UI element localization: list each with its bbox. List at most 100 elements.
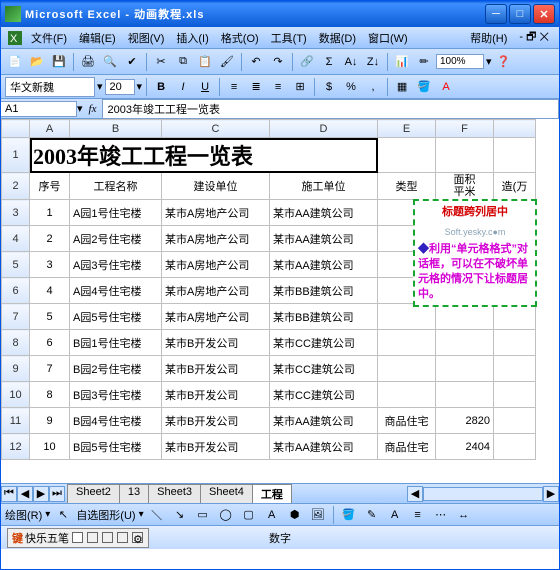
- cell[interactable]: 某市BB建筑公司: [270, 304, 378, 330]
- cut-icon[interactable]: ✂: [151, 52, 171, 72]
- cell[interactable]: 10: [30, 434, 70, 460]
- cell[interactable]: 6: [30, 330, 70, 356]
- oval-icon[interactable]: ◯: [216, 505, 236, 525]
- spell-icon[interactable]: ✔: [122, 52, 142, 72]
- cell[interactable]: [378, 356, 436, 382]
- clipart-icon[interactable]: 🖼: [308, 505, 328, 525]
- hscroll-track[interactable]: [423, 487, 543, 501]
- cell[interactable]: 某市AA建筑公司: [270, 408, 378, 434]
- font-color-icon[interactable]: A: [385, 505, 405, 525]
- select-objects-icon[interactable]: ↖: [53, 505, 73, 525]
- row-header[interactable]: 8: [2, 330, 30, 356]
- row-header[interactable]: 7: [2, 304, 30, 330]
- cell[interactable]: A园5号住宅楼: [70, 304, 162, 330]
- name-box[interactable]: A1: [1, 101, 77, 117]
- cell[interactable]: 造(万: [494, 173, 536, 200]
- worksheet-area[interactable]: A B C D E F 1 2003年竣工工程一览表 2 序号 工程名称 建设单…: [1, 119, 559, 483]
- cell[interactable]: 某市B开发公司: [162, 330, 270, 356]
- cell[interactable]: 序号: [30, 173, 70, 200]
- cell[interactable]: [378, 304, 436, 330]
- sheet-tab[interactable]: 工程: [252, 484, 292, 503]
- italic-button[interactable]: I: [173, 77, 193, 97]
- line-style-icon[interactable]: ≡: [408, 505, 428, 525]
- cell[interactable]: A园1号住宅楼: [70, 200, 162, 226]
- textbox-icon[interactable]: ▢: [239, 505, 259, 525]
- cell[interactable]: 工程名称: [70, 173, 162, 200]
- close-button[interactable]: ✕: [533, 4, 555, 24]
- cell[interactable]: B园5号住宅楼: [70, 434, 162, 460]
- cell[interactable]: 7: [30, 356, 70, 382]
- fill-color-icon[interactable]: 🪣: [414, 77, 434, 97]
- tab-nav-next[interactable]: ▶: [33, 486, 49, 502]
- tab-nav-last[interactable]: ⏭: [49, 486, 65, 502]
- cell[interactable]: [494, 356, 536, 382]
- cell[interactable]: 建设单位: [162, 173, 270, 200]
- cell[interactable]: [436, 330, 494, 356]
- col-header[interactable]: D: [270, 120, 378, 138]
- hscroll-left[interactable]: ◀: [407, 486, 423, 502]
- menu-tools[interactable]: 工具(T): [265, 28, 313, 48]
- sheet-tab[interactable]: 13: [119, 484, 149, 503]
- cell[interactable]: 某市B开发公司: [162, 408, 270, 434]
- align-right-icon[interactable]: ≡: [268, 77, 288, 97]
- cell[interactable]: 某市AA建筑公司: [270, 226, 378, 252]
- ime-indicator[interactable]: 键 快乐五笔 ⚙: [7, 528, 149, 548]
- redo-icon[interactable]: ↷: [268, 52, 288, 72]
- cell[interactable]: 某市A房地产公司: [162, 226, 270, 252]
- tab-nav-first[interactable]: ⏮: [1, 486, 17, 502]
- select-all-corner[interactable]: [2, 120, 30, 138]
- font-color-icon[interactable]: A: [436, 77, 456, 97]
- format-painter-icon[interactable]: 🖌: [217, 52, 237, 72]
- undo-icon[interactable]: ↶: [246, 52, 266, 72]
- cell[interactable]: 某市A房地产公司: [162, 252, 270, 278]
- menubar-close-doc[interactable]: - 🗗 ✕: [513, 28, 555, 47]
- drawing-icon[interactable]: ✏: [414, 52, 434, 72]
- formula-bar[interactable]: 2003年竣工工程一览表: [102, 99, 559, 119]
- currency-icon[interactable]: $: [319, 77, 339, 97]
- cell[interactable]: 某市B开发公司: [162, 356, 270, 382]
- sheet-tab[interactable]: Sheet3: [148, 484, 201, 503]
- font-combo[interactable]: 华文新魏: [5, 77, 95, 97]
- preview-icon[interactable]: 🔍: [100, 52, 120, 72]
- cell[interactable]: 5: [30, 304, 70, 330]
- underline-button[interactable]: U: [195, 77, 215, 97]
- cell[interactable]: 9: [30, 408, 70, 434]
- new-icon[interactable]: 📄: [5, 52, 25, 72]
- align-center-icon[interactable]: ≣: [246, 77, 266, 97]
- cell[interactable]: B园4号住宅楼: [70, 408, 162, 434]
- menu-edit[interactable]: 编辑(E): [73, 28, 122, 48]
- col-header[interactable]: E: [378, 120, 436, 138]
- cell-title[interactable]: 2003年竣工工程一览表: [30, 138, 378, 173]
- cell[interactable]: 某市AA建筑公司: [270, 434, 378, 460]
- open-icon[interactable]: 📂: [27, 52, 47, 72]
- cell[interactable]: [494, 408, 536, 434]
- cell[interactable]: A园4号住宅楼: [70, 278, 162, 304]
- link-icon[interactable]: 🔗: [297, 52, 317, 72]
- cell[interactable]: 面积 平米: [436, 173, 494, 200]
- chart-icon[interactable]: 📊: [392, 52, 412, 72]
- hscroll-right[interactable]: ▶: [543, 486, 559, 502]
- cell[interactable]: [494, 434, 536, 460]
- menu-window[interactable]: 窗口(W): [362, 28, 414, 48]
- merge-icon[interactable]: ⊞: [290, 77, 310, 97]
- cell[interactable]: B园2号住宅楼: [70, 356, 162, 382]
- cell[interactable]: 某市BB建筑公司: [270, 278, 378, 304]
- sheet-tab[interactable]: Sheet2: [67, 484, 120, 503]
- diagram-icon[interactable]: ⬢: [285, 505, 305, 525]
- line-color-icon[interactable]: ✎: [362, 505, 382, 525]
- col-header[interactable]: B: [70, 120, 162, 138]
- cell[interactable]: 某市B开发公司: [162, 434, 270, 460]
- col-header[interactable]: [494, 120, 536, 138]
- line-icon[interactable]: ＼: [147, 505, 167, 525]
- row-header[interactable]: 5: [2, 252, 30, 278]
- fill-icon[interactable]: 🪣: [339, 505, 359, 525]
- row-header[interactable]: 3: [2, 200, 30, 226]
- cell[interactable]: 某市CC建筑公司: [270, 330, 378, 356]
- menu-help[interactable]: 帮助(H): [464, 28, 513, 48]
- cell[interactable]: 3: [30, 252, 70, 278]
- cell[interactable]: 某市B开发公司: [162, 382, 270, 408]
- cell[interactable]: [436, 382, 494, 408]
- cell[interactable]: 2: [30, 226, 70, 252]
- cell[interactable]: B园1号住宅楼: [70, 330, 162, 356]
- cell[interactable]: 商品住宅: [378, 408, 436, 434]
